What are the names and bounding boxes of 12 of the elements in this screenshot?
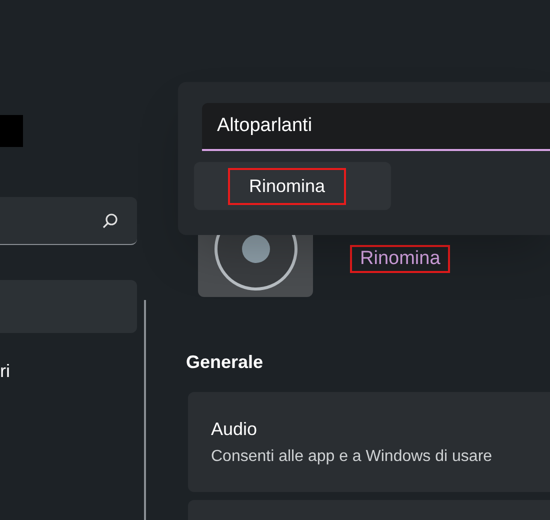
card-description: Consenti alle app e a Windows di usare [211, 446, 494, 466]
sidebar-item[interactable]: ri [0, 345, 137, 398]
rename-link[interactable]: Rinomina [350, 245, 450, 273]
name-field[interactable]: Altoparlanti [202, 103, 550, 151]
settings-card[interactable]: Audio Consenti alle app e a Windows di usare [188, 392, 550, 492]
card-title: Audio [211, 418, 258, 440]
redacted-block [0, 115, 23, 147]
rename-option[interactable]: Rinomina [194, 162, 391, 210]
search-field[interactable] [0, 197, 137, 245]
section-title: Generale [186, 351, 264, 374]
option-label: Rinomina [228, 168, 346, 204]
search-icon [101, 212, 119, 230]
